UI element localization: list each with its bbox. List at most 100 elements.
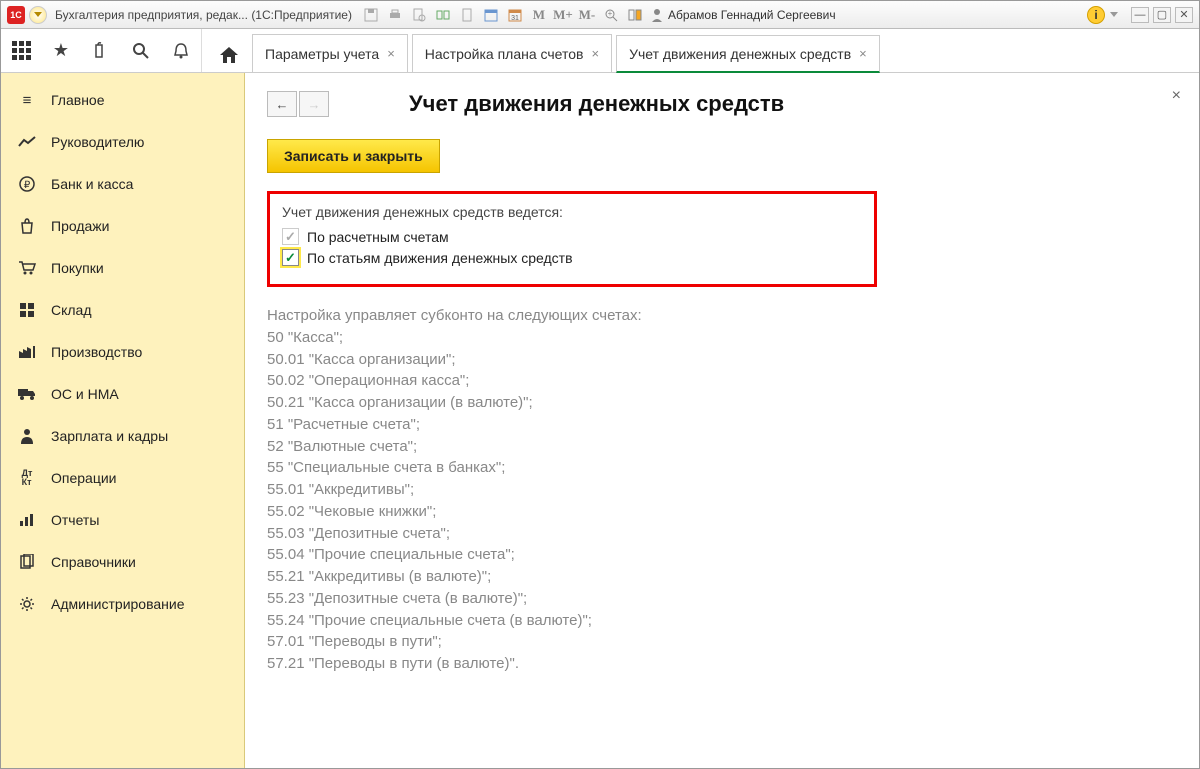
sidebar-item-label: ОС и НМА: [51, 386, 119, 402]
nav-back-button[interactable]: ←: [267, 91, 297, 117]
main-menu-dropdown[interactable]: [29, 6, 47, 24]
sidebar-item-label: Администрирование: [51, 596, 185, 612]
factory-icon: [17, 342, 37, 362]
sidebar-item-label: Главное: [51, 92, 105, 108]
tab-chart-of-accounts[interactable]: Настройка плана счетов ×: [412, 34, 612, 72]
account-line: 55.21 "Аккредитивы (в валюте)";: [267, 566, 1177, 588]
close-button[interactable]: ✕: [1175, 7, 1193, 23]
sidebar-item-catalogs[interactable]: Справочники: [1, 541, 244, 583]
save-icon[interactable]: [362, 6, 380, 24]
sidebar-item-purchases[interactable]: Покупки: [1, 247, 244, 289]
favorites-icon[interactable]: ★: [51, 41, 71, 61]
search-icon[interactable]: [131, 41, 151, 61]
sidebar-item-assets[interactable]: ОС и НМА: [1, 373, 244, 415]
checkbox-row-accounts: ✓ По расчетным счетам: [282, 228, 862, 245]
tab-close-icon[interactable]: ×: [387, 46, 395, 61]
window-controls: — ▢ ✕: [1131, 7, 1193, 23]
minimize-button[interactable]: —: [1131, 7, 1149, 23]
svg-text:+: +: [608, 9, 613, 18]
highlighted-section: Учет движения денежных средств ведется: …: [267, 191, 877, 287]
memory-mplus-icon[interactable]: M+: [554, 6, 572, 24]
account-line: 52 "Валютные счета";: [267, 436, 1177, 458]
page-title: Учет движения денежных средств: [409, 91, 784, 117]
sidebar-item-reports[interactable]: Отчеты: [1, 499, 244, 541]
document-icon[interactable]: [458, 6, 476, 24]
account-line: 55.24 "Прочие специальные счета (в валют…: [267, 610, 1177, 632]
truck-icon: [17, 384, 37, 404]
checkbox-by-cashflow-items[interactable]: ✓: [282, 249, 299, 266]
account-line: 50.21 "Касса организации (в валюте)";: [267, 392, 1177, 414]
save-close-button[interactable]: Записать и закрыть: [267, 139, 440, 173]
sidebar-item-label: Зарплата и кадры: [51, 428, 168, 444]
account-line: 50.01 "Касса организации";: [267, 349, 1177, 371]
gear-icon: [17, 594, 37, 614]
calendar31-icon[interactable]: 31: [506, 6, 524, 24]
tab-close-icon[interactable]: ×: [859, 46, 867, 61]
tab-cash-flow[interactable]: Учет движения денежных средств ×: [616, 35, 880, 73]
history-icon[interactable]: [91, 41, 111, 61]
sidebar-item-label: Производство: [51, 344, 142, 360]
account-line: 50 "Касса";: [267, 327, 1177, 349]
svg-text:₽: ₽: [24, 180, 31, 191]
dtkt-icon: ДтКт: [17, 468, 37, 488]
tab-accounting-params[interactable]: Параметры учета ×: [252, 34, 408, 72]
sidebar-item-label: Отчеты: [51, 512, 99, 528]
sidebar-item-label: Банк и касса: [51, 176, 133, 192]
account-line: 55.01 "Аккредитивы";: [267, 479, 1177, 501]
tab-close-icon[interactable]: ×: [591, 46, 599, 61]
user-name: Абрамов Геннадий Сергеевич: [668, 8, 836, 22]
content-area: × ← → Учет движения денежных средств Зап…: [245, 73, 1199, 768]
account-line: 55.04 "Прочие специальные счета";: [267, 544, 1177, 566]
titlebar-toolbar: 31 M M+ M- +: [362, 6, 644, 24]
account-line: 55.23 "Депозитные счета (в валюте)";: [267, 588, 1177, 610]
checkbox-by-accounts: ✓: [282, 228, 299, 245]
zoom-icon[interactable]: +: [602, 6, 620, 24]
function-bar: ★ Параметры учета × Настройка плана счет…: [1, 29, 1199, 73]
memory-m-icon[interactable]: M: [530, 6, 548, 24]
desc-intro: Настройка управляет субконто на следующи…: [267, 305, 1177, 327]
compare-icon[interactable]: [434, 6, 452, 24]
nav-forward-button[interactable]: →: [299, 91, 329, 117]
sidebar-item-main[interactable]: ≡Главное: [1, 79, 244, 121]
apps-grid-icon[interactable]: [11, 41, 31, 61]
ruble-icon: ₽: [17, 174, 37, 194]
sidebar-item-label: Покупки: [51, 260, 104, 276]
print-icon[interactable]: [386, 6, 404, 24]
sidebar-item-label: Руководителю: [51, 134, 144, 150]
home-tab[interactable]: [212, 38, 246, 72]
sidebar-item-operations[interactable]: ДтКт Операции: [1, 457, 244, 499]
account-line: 51 "Расчетные счета";: [267, 414, 1177, 436]
memory-mminus-icon[interactable]: M-: [578, 6, 596, 24]
sidebar-item-admin[interactable]: Администрирование: [1, 583, 244, 625]
sidebar-item-bank[interactable]: ₽ Банк и касса: [1, 163, 244, 205]
trend-icon: [17, 132, 37, 152]
chart-icon: [17, 510, 37, 530]
maximize-button[interactable]: ▢: [1153, 7, 1171, 23]
sidebar-item-sales[interactable]: Продажи: [1, 205, 244, 247]
preview-icon[interactable]: [410, 6, 428, 24]
main-area: ≡Главное Руководителю ₽ Банк и касса Прод…: [1, 73, 1199, 768]
calendar-icon[interactable]: [482, 6, 500, 24]
panels-icon[interactable]: [626, 6, 644, 24]
sidebar: ≡Главное Руководителю ₽ Банк и касса Прод…: [1, 73, 245, 768]
notifications-icon[interactable]: [171, 41, 191, 61]
accounts-description: Настройка управляет субконто на следующи…: [267, 305, 1177, 675]
sidebar-item-label: Склад: [51, 302, 92, 318]
tab-label: Настройка плана счетов: [425, 46, 584, 62]
info-dropdown-icon[interactable]: [1105, 6, 1123, 24]
checkbox-row-cashflow-items: ✓ По статьям движения денежных средств: [282, 249, 862, 266]
sidebar-item-production[interactable]: Производство: [1, 331, 244, 373]
checkbox-label: По статьям движения денежных средств: [307, 250, 573, 266]
current-user[interactable]: Абрамов Геннадий Сергеевич: [650, 8, 836, 22]
checkbox-label: По расчетным счетам: [307, 229, 449, 245]
bag-icon: [17, 216, 37, 236]
close-page-button[interactable]: ×: [1172, 87, 1181, 105]
sidebar-item-label: Операции: [51, 470, 117, 486]
sidebar-item-manager[interactable]: Руководителю: [1, 121, 244, 163]
sidebar-item-warehouse[interactable]: Склад: [1, 289, 244, 331]
account-line: 55.03 "Депозитные счета";: [267, 523, 1177, 545]
sidebar-item-hr[interactable]: Зарплата и кадры: [1, 415, 244, 457]
window-title: Бухгалтерия предприятия, редак... (1С:Пр…: [55, 8, 352, 22]
boxes-icon: [17, 300, 37, 320]
info-icon[interactable]: i: [1087, 6, 1105, 24]
